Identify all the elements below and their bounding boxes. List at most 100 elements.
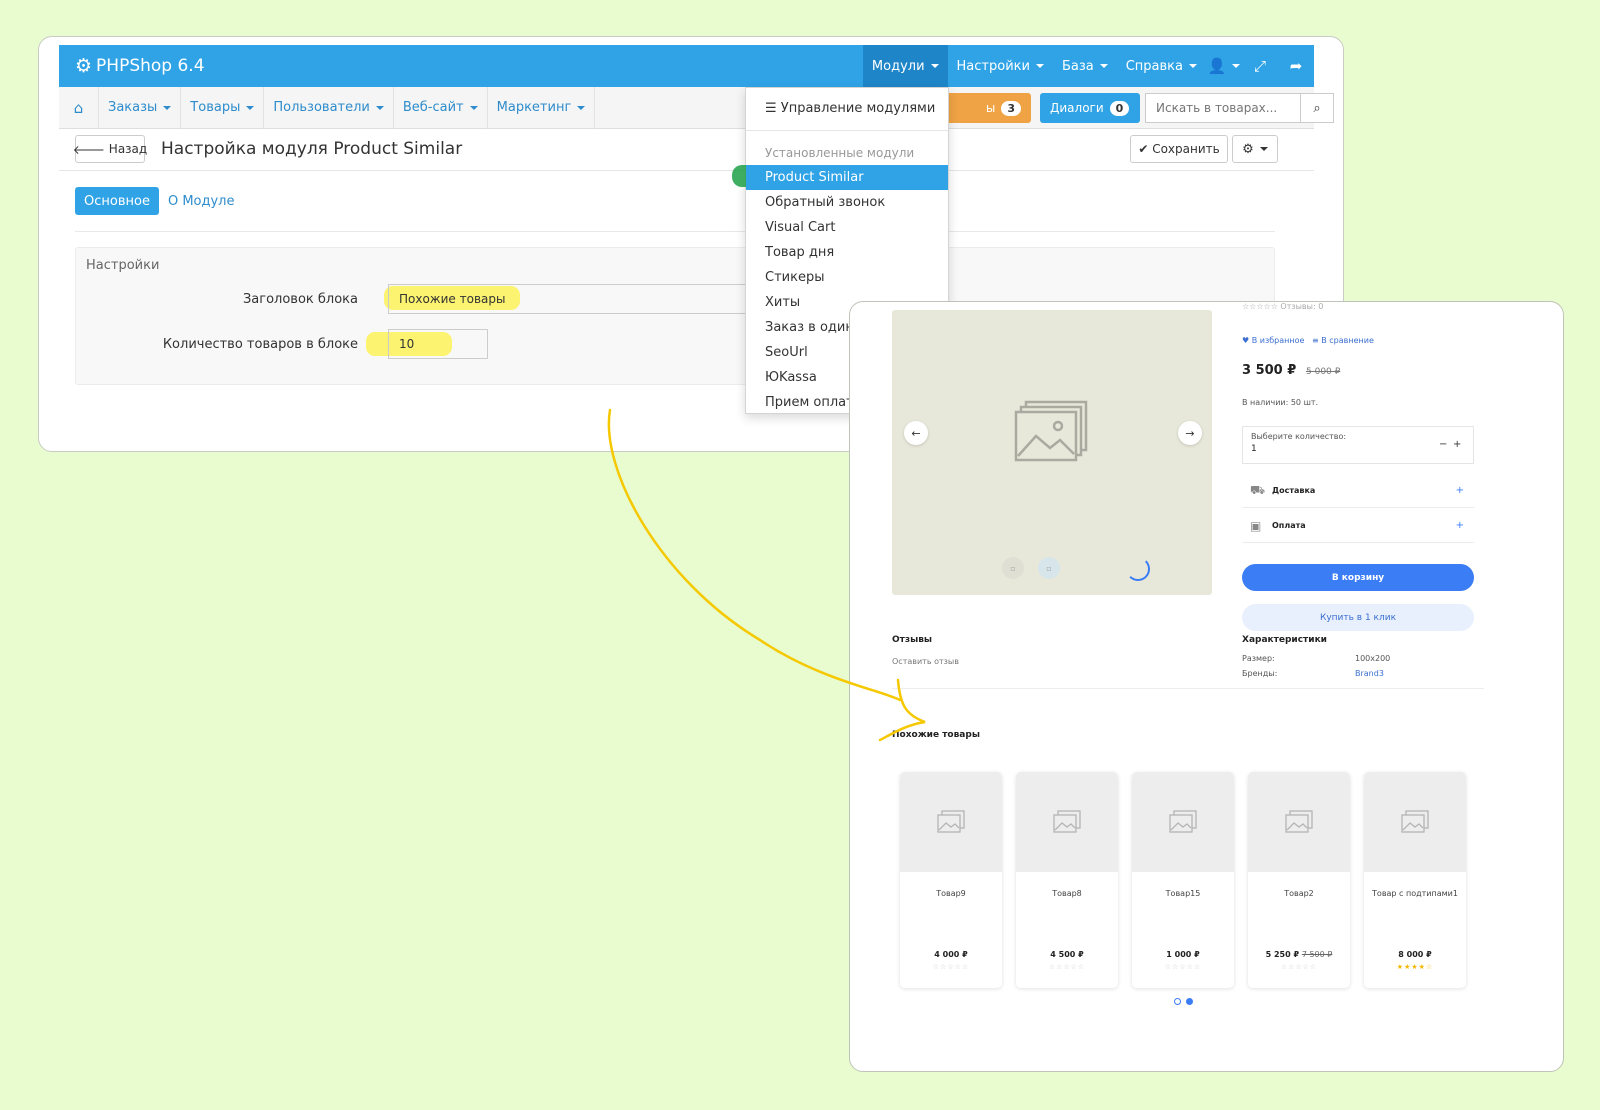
rating-stars: ☆☆☆☆☆	[932, 963, 970, 971]
image-icon: ▫	[1046, 563, 1052, 573]
image-placeholder-icon	[1014, 400, 1088, 462]
menu-help[interactable]: Справка	[1117, 45, 1206, 87]
nav-users[interactable]: Пользователи	[264, 86, 394, 129]
caret-down-icon	[1035, 64, 1044, 68]
gear-icon: ⚙	[75, 55, 93, 77]
user-menu[interactable]: 👤	[1206, 45, 1242, 87]
installed-modules-header: Установленные модули	[765, 145, 915, 160]
product-name[interactable]: Товар с подтипами1	[1364, 889, 1466, 898]
product-card[interactable]: Товар9 4 000 ₽ ☆☆☆☆☆	[900, 772, 1002, 988]
product-image[interactable]	[1248, 772, 1350, 872]
menu-settings[interactable]: Настройки	[948, 45, 1053, 87]
product-card[interactable]: Товар8 4 500 ₽ ☆☆☆☆☆	[1016, 772, 1118, 988]
admin-navbar: ⌂ Заказы Товары Пользователи Веб-сайт Ма…	[59, 86, 1334, 129]
carousel-dot[interactable]	[1174, 998, 1181, 1005]
product-name[interactable]: Товар2	[1248, 889, 1350, 898]
leave-review-link[interactable]: Оставить отзыв	[892, 657, 959, 666]
price-value: 8 000 ₽	[1398, 950, 1432, 959]
panel-title: Настройки	[86, 258, 160, 273]
delivery-label: Доставка	[1272, 486, 1316, 495]
nav-orders[interactable]: Заказы	[99, 86, 182, 129]
menu-modules[interactable]: Модули	[862, 45, 948, 87]
product-card[interactable]: Товар15 1 000 ₽ ☆☆☆☆☆	[1132, 772, 1234, 988]
caret-down-icon	[1099, 64, 1108, 68]
products-count-label: Количество товаров в блоке	[162, 337, 358, 352]
nav-products[interactable]: Товары	[181, 86, 265, 129]
back-button[interactable]: 🡐 Назад	[73, 135, 147, 163]
fullscreen-button[interactable]: ⤢	[1242, 45, 1278, 87]
nav-marketing[interactable]: Маркетинг	[488, 86, 596, 129]
product-price: 5 250 ₽ 7 500 ₽	[1248, 950, 1350, 959]
gallery-thumbnail[interactable]: ▫	[1038, 557, 1060, 579]
admin-topbar: ⚙ PHPShop 6.4 Модули Настройки База Спра…	[59, 45, 1314, 87]
buy-one-click-button[interactable]: Купить в 1 клик	[1242, 604, 1474, 631]
manage-modules-item[interactable]: ☰ Управление модулями	[746, 96, 948, 121]
block-title-input[interactable]: Похожие товары	[388, 284, 748, 314]
products-count-input[interactable]: 10	[388, 329, 488, 359]
plus-icon: +	[1455, 485, 1464, 496]
delivery-accordion[interactable]: ⛟ Доставка +	[1242, 474, 1474, 508]
product-card[interactable]: Товар с подтипами1 8 000 ₽ ★★★★☆	[1364, 772, 1466, 988]
heart-icon: ♥	[1242, 336, 1250, 345]
menu-label: Модули	[871, 58, 925, 74]
product-image[interactable]	[1132, 772, 1234, 872]
brand[interactable]: ⚙ PHPShop 6.4	[75, 55, 205, 77]
product-image[interactable]	[900, 772, 1002, 872]
nav-label: Товары	[190, 100, 241, 115]
open-site-button[interactable]: ➦	[1278, 45, 1314, 87]
quantity-input[interactable]: 1	[1251, 444, 1257, 454]
product-name[interactable]: Товар8	[1016, 889, 1118, 898]
check-icon: ✔	[1138, 142, 1153, 156]
dropdown-item-label: Управление модулями	[780, 101, 936, 116]
nav-website[interactable]: Веб-сайт	[394, 86, 488, 129]
product-card[interactable]: Товар2 5 250 ₽ 7 500 ₽ ☆☆☆☆☆	[1248, 772, 1350, 988]
favorites-label: В избранное	[1251, 336, 1305, 345]
settings-dropdown-button[interactable]: ⚙	[1232, 135, 1278, 163]
favorites-link[interactable]: ♥ В избранное	[1242, 336, 1304, 345]
spec-name: Размер:	[1242, 654, 1275, 663]
reviews-count: Отзывы: 0	[1280, 302, 1324, 311]
tab-main[interactable]: Основное	[75, 187, 159, 215]
quantity-increase-button[interactable]: +	[1453, 439, 1461, 450]
product-image[interactable]	[1016, 772, 1118, 872]
dropdown-item[interactable]: Стикеры	[746, 265, 948, 290]
dropdown-item[interactable]: Visual Cart	[746, 215, 948, 240]
plus-icon: +	[1455, 520, 1464, 531]
quantity-decrease-button[interactable]: −	[1439, 439, 1447, 450]
tab-about[interactable]: О Модуле	[159, 187, 244, 215]
carousel-dot-active[interactable]	[1186, 998, 1193, 1005]
save-button[interactable]: ✔ Сохранить	[1130, 135, 1228, 163]
image-placeholder-icon	[1169, 810, 1197, 833]
product-name[interactable]: Товар9	[900, 889, 1002, 898]
compare-label: В сравнение	[1321, 336, 1374, 345]
rating-stars: ☆☆☆☆☆	[1164, 963, 1202, 971]
similar-products-title: Похожие товары	[892, 730, 980, 740]
product-name[interactable]: Товар15	[1132, 889, 1234, 898]
caret-down-icon	[1189, 64, 1197, 68]
wallet-icon: ▣	[1250, 518, 1262, 533]
nav-label: Заказы	[108, 100, 158, 115]
product-image[interactable]	[1364, 772, 1466, 872]
compare-link[interactable]: ≡ В сравнение	[1312, 336, 1374, 345]
old-price-value: 7 500 ₽	[1301, 950, 1333, 959]
dropdown-item[interactable]: Товар дня	[746, 240, 948, 265]
payment-accordion[interactable]: ▣ Оплата +	[1242, 509, 1474, 543]
orders-count: 3	[1001, 100, 1021, 116]
dropdown-item-product-similar[interactable]: Product Similar	[732, 165, 948, 190]
gallery-thumbnail[interactable]: ▫	[1002, 557, 1024, 579]
share-arrow-icon: ➦	[1289, 57, 1303, 75]
dialogs-label: Диалоги	[1050, 101, 1104, 115]
menu-database[interactable]: База	[1053, 45, 1117, 87]
rating-stars: ☆☆☆☆☆ Отзывы: 0	[1242, 302, 1324, 311]
search-input[interactable]	[1146, 94, 1300, 122]
search-button[interactable]: ⌕	[1300, 94, 1333, 122]
gallery-next-button[interactable]: →	[1178, 421, 1202, 445]
add-to-cart-button[interactable]: В корзину	[1242, 564, 1474, 591]
dropdown-item[interactable]: Обратный звонок	[746, 190, 948, 215]
spec-value-link[interactable]: Brand3	[1355, 669, 1384, 678]
nav-label: Пользователи	[273, 100, 370, 115]
home-button[interactable]: ⌂	[59, 86, 99, 129]
dialogs-button[interactable]: Диалоги 0	[1040, 93, 1140, 123]
truck-icon: ⛟	[1250, 482, 1266, 497]
gallery-prev-button[interactable]: ←	[904, 421, 928, 445]
